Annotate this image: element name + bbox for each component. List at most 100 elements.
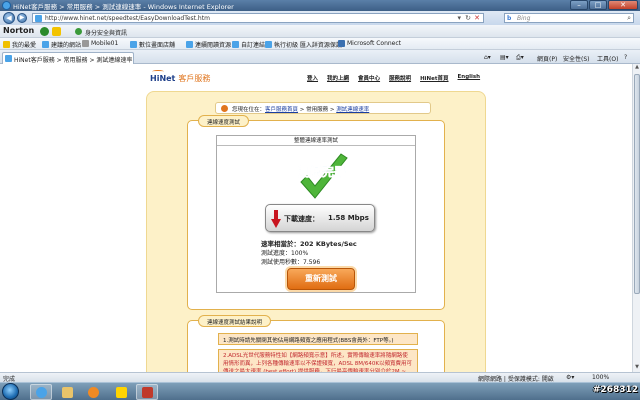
ie-icon [2,1,11,10]
test-elapsed: 測試使用秒數：7.596 [261,259,321,266]
scroll-up-icon[interactable]: ▲ [633,64,640,72]
ie-icon [35,386,47,398]
rate-equivalent: 速率相當於：202 KBytes/Sec [261,240,357,248]
breadcrumb-home-link[interactable]: 客戶服務首頁 [265,107,298,113]
norton-check-icon[interactable] [52,27,61,36]
status-bar: 完成 網際網路 | 受保護模式: 開啟 ⚙▾ 100% [0,372,640,383]
inner-title: 整體連線速率測試 [217,136,415,146]
service-info-link[interactable]: 服務說明 [389,74,411,82]
maximize-button[interactable]: □ [589,0,607,10]
note-item-2: 2.ADSL光世代服務特性如【網路頻寬示意】所述，實際傳輸速率將隨網路使用情形而… [218,349,418,372]
tab-hinet-speedtest[interactable]: HiNet客戶服務 > 常用服務 > 測試連線速率 [2,52,134,64]
bing-icon: b [507,15,512,22]
stop-icon[interactable]: ✕ [474,14,480,22]
logo-swoosh [152,70,164,73]
test-complete-text: 測試完畢 [298,164,346,179]
home-icon[interactable]: ⌂▾ [484,54,491,61]
page-icon [5,55,12,62]
taskbar-media[interactable] [82,384,104,400]
dropdown-icon[interactable]: ▾ [457,14,461,22]
result-notes-panel: 連線速度測試結果說明 1.測試時請先關閉其他佔用網路頻寬之應用程式(BBS會員外… [187,315,445,372]
address-bar-row: ◀ ▶ http://www.hinet.net/speedtest/EasyD… [0,11,640,25]
taskbar: #268312 [0,382,640,400]
system-tray: #268312 [570,383,640,400]
test-complete-graphic: 測試完畢 [298,153,348,199]
folder-icon [61,386,73,398]
minimize-button[interactable]: – [570,0,588,10]
fav-item-mobile01[interactable]: Mobile01 [82,40,118,47]
taskbar-ie[interactable] [30,384,52,400]
favorites-button[interactable]: 我的最愛 [3,40,36,49]
fav-item-microsoft-connect[interactable]: Microsoft Connect [338,40,401,47]
search-placeholder: Bing [517,15,531,22]
fav-item-custom-links[interactable]: 自訂連結 [232,40,265,49]
fav-item-store[interactable]: 數位畫面店舖 [130,40,175,49]
scroll-down-icon[interactable]: ▼ [633,364,640,372]
zoom-level[interactable]: 100% [592,374,609,381]
help-menu[interactable]: ? [624,54,627,61]
breadcrumb: 您現在位在：客戶服務首頁 > 常用服務 > 測試連線速率 [215,102,431,114]
member-center-link[interactable]: 會員中心 [358,74,380,82]
login-link[interactable]: 登入 [307,74,318,82]
norton-brand[interactable]: Norton [3,26,34,35]
window-title: HiNet客戶服務 > 常用服務 > 測試連線速率 - Windows Inte… [13,3,234,11]
app-icon [141,386,153,398]
main-container: 您現在位在：客戶服務首頁 > 常用服務 > 測試連線速率 連線速度測試 整體連線… [146,91,486,372]
forward-button[interactable]: ▶ [17,13,27,23]
media-icon [87,386,99,398]
fav-item-suggested[interactable]: 建議的網站 [42,40,81,49]
tools-menu[interactable]: 工具(O) [597,54,618,63]
feeds-icon[interactable]: ▤▾ [500,54,509,61]
section-title-notes: 連線速度測試結果說明 [198,315,272,327]
top-links: 登入 我的上網 會員中心 服務說明 HiNet首頁 English [307,74,480,82]
english-link[interactable]: English [458,74,481,82]
test-progress: 測試進度：100% [261,250,309,257]
tab-command-bar: HiNet客戶服務 > 常用服務 > 測試連線速率 ⌂▾ ▤▾ ⎙▾ 網頁(P)… [0,50,640,64]
page-icon [232,41,239,48]
breadcrumb-speedtest-link[interactable]: 測試連線速率 [336,107,369,113]
search-icon[interactable]: ⌕ [627,14,631,23]
taskbar-app-active[interactable] [136,384,158,400]
page-menu[interactable]: 網頁(P) [537,54,557,63]
watermark: #268312 [592,385,638,395]
search-input[interactable]: b Bing ⌕ [504,13,634,23]
my-online-link[interactable]: 我的上網 [327,74,349,82]
url-input[interactable]: http://www.hinet.net/speedtest/EasyDownl… [32,13,484,23]
safety-menu[interactable]: 安全性(S) [563,54,590,63]
web-slice-icon [42,41,49,48]
favorites-bar: 我的最愛 建議的網站 Mobile01 數位畫面店舖 連續閱讀資源 自訂連結 執… [0,38,640,50]
location-icon [221,105,228,112]
identity-icon [75,28,82,35]
url-text: http://www.hinet.net/speedtest/EasyDownl… [45,15,210,22]
download-speed-label: 下載速度： [284,215,319,223]
fav-item-reading[interactable]: 連續閱讀資源 [186,40,231,49]
start-button[interactable] [2,383,19,400]
page-icon [35,15,42,22]
hinet-home-link[interactable]: HiNet首頁 [420,74,448,82]
back-button[interactable]: ◀ [3,12,15,24]
norton-identity-link[interactable]: 身分安全與資訊 [85,28,127,37]
taskbar-app[interactable] [110,384,132,400]
hinet-logo[interactable]: HiNet 客戶服務 [150,70,210,84]
page-icon [265,41,272,48]
close-button[interactable]: ✕ [608,0,638,10]
status-tools-icon[interactable]: ⚙▾ [566,374,574,381]
app-icon [115,386,127,398]
speed-test-frame: 整體連線速率測試 測試完畢 下載速度： 1.58 Mbps 速率相當於：202 … [216,135,416,293]
retest-button[interactable]: 重新測試 [287,268,355,290]
print-icon[interactable]: ⎙▾ [516,54,524,62]
note-item-1: 1.測試時請先關閉其他佔用網路頻寬之應用程式(BBS會員外：FTP等。) [218,333,418,345]
download-speed-value: 1.58 Mbps [328,214,369,222]
fav-item-import[interactable]: 執行初級 匯入詳資源保護 [265,40,342,49]
page-icon [338,40,345,47]
page-icon [82,40,89,47]
download-speed-box: 下載速度： 1.58 Mbps [265,204,375,232]
norton-toolbar: Norton 身分安全與資訊 [0,25,640,38]
speed-test-panel: 連線速度測試 整體連線速率測試 測試完畢 下載速度： 1.58 Mbps 速率相… [187,115,445,310]
taskbar-explorer[interactable] [56,384,78,400]
vertical-scrollbar[interactable]: ▲ ▼ [632,64,640,372]
page-content: HiNet 客戶服務 登入 我的上網 會員中心 服務說明 HiNet首頁 Engl… [0,64,632,372]
scroll-thumb[interactable] [634,74,640,294]
refresh-icon[interactable]: ↻ [465,14,471,22]
norton-safe-icon[interactable] [40,27,49,36]
